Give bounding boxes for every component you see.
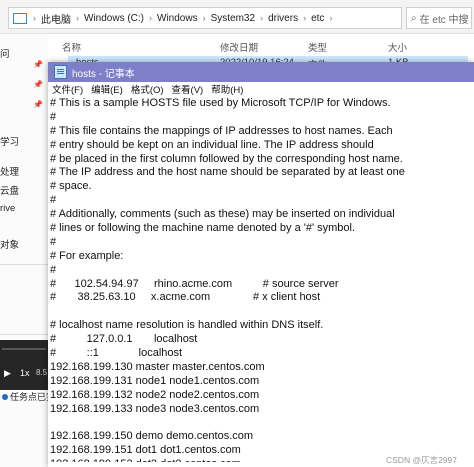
video-player-panel: ▶ 1x 8.5	[0, 340, 48, 390]
text-line: # 127.0.0.1 localhost	[50, 333, 198, 346]
chevron-right-icon: ›	[76, 13, 79, 23]
task-status: 任务点已完成	[0, 390, 64, 406]
breadcrumb-c-drive[interactable]: Windows (C:)	[82, 13, 146, 24]
text-line: # space.	[50, 180, 92, 193]
breadcrumb-drivers[interactable]: drivers	[266, 13, 300, 24]
chevron-right-icon: ›	[329, 13, 333, 23]
text-line: # ::1 localhost	[50, 347, 183, 360]
chevron-right-icon: ›	[303, 13, 307, 23]
pin-icon: 📌	[33, 60, 43, 69]
text-line: # localhost name resolution is handled w…	[50, 319, 324, 332]
menu-view[interactable]: 查看(V)	[172, 82, 204, 96]
status-dot-icon	[2, 394, 8, 400]
breadcrumb-windows[interactable]: Windows	[155, 13, 200, 24]
playback-speed[interactable]: 1x	[20, 368, 30, 378]
notepad-window: hosts - 记事本 文件(F) 编辑(E) 格式(O) 查看(V) 帮助(H…	[48, 62, 474, 467]
text-line: 192.168.199.150 demo demo.centos.com	[50, 430, 254, 443]
pin-icon: 📌	[33, 80, 43, 89]
search-placeholder: 在 etc 中搜	[419, 14, 469, 26]
text-line: # The IP address and the host name shoul…	[50, 166, 405, 179]
divider	[0, 264, 48, 265]
text-line: # be placed in the first column followed…	[50, 152, 403, 165]
breadcrumb-this-pc[interactable]: 此电脑	[39, 11, 73, 26]
breadcrumb[interactable]: › 此电脑 › Windows (C:) › Windows › System3…	[8, 7, 402, 29]
text-line: #	[50, 110, 57, 123]
text-line: # 102.54.94.97 rhino.acme.com # source s…	[50, 277, 339, 290]
search-icon: ⌕	[411, 12, 417, 24]
text-line: # 38.25.63.10 x.acme.com # x client host	[50, 291, 321, 304]
text-line: #	[50, 263, 57, 276]
column-date[interactable]: 修改日期	[220, 40, 258, 54]
explorer-address-bar: › 此电脑 › Windows (C:) › Windows › System3…	[0, 0, 474, 34]
text-line: # For example:	[50, 249, 124, 262]
column-size[interactable]: 大小	[388, 40, 407, 54]
notepad-icon	[54, 65, 67, 79]
text-line: # This is a sample HOSTS file used by Mi…	[50, 97, 391, 109]
menu-edit[interactable]: 编辑(E)	[91, 82, 123, 96]
video-progress-bar[interactable]	[2, 348, 46, 350]
menu-help[interactable]: 帮助(H)	[211, 82, 243, 96]
menu-bar: 文件(F) 编辑(E) 格式(O) 查看(V) 帮助(H)	[48, 82, 474, 96]
chevron-right-icon: ›	[202, 13, 206, 23]
column-name[interactable]: 名称	[62, 40, 81, 54]
breadcrumb-system32[interactable]: System32	[209, 13, 257, 24]
text-line: #	[50, 235, 57, 248]
search-input[interactable]: ⌕ 在 etc 中搜	[406, 7, 472, 29]
divider	[0, 334, 48, 335]
nav-item-4[interactable]: 云盘	[0, 183, 19, 197]
column-type[interactable]: 类型	[308, 40, 327, 54]
text-editor[interactable]: # This is a sample HOSTS file used by Mi…	[50, 97, 470, 462]
text-line: #	[50, 194, 57, 207]
chevron-right-icon: ›	[33, 13, 36, 23]
text-line	[50, 416, 470, 430]
pin-icon: 📌	[33, 100, 43, 109]
chevron-right-icon: ›	[260, 13, 264, 23]
notepad-title-bar[interactable]: hosts - 记事本	[48, 62, 474, 82]
video-value: 8.5	[36, 368, 48, 377]
text-line: # Additionally, comments (such as these)…	[50, 208, 395, 221]
nav-item-5[interactable]: rive	[0, 203, 15, 214]
play-icon[interactable]: ▶	[4, 368, 11, 379]
nav-item-3[interactable]: 处理	[0, 164, 19, 178]
menu-format[interactable]: 格式(O)	[131, 82, 164, 96]
text-line: 192.168.199.132 node2 node2.centos.com	[50, 388, 260, 401]
nav-item-6[interactable]: 对象	[0, 237, 19, 251]
window-title: hosts - 记事本	[72, 68, 135, 80]
text-line: 192.168.199.130 master master.centos.com	[50, 360, 265, 373]
computer-icon	[13, 12, 27, 24]
text-line: # lines or following the machine name de…	[50, 222, 356, 235]
text-line: 192.168.199.133 node3 node3.centos.com	[50, 402, 260, 415]
text-line	[50, 305, 470, 319]
nav-item-2[interactable]: 学习	[0, 134, 19, 148]
text-line: 192.168.199.131 node1 node1.centos.com	[50, 374, 260, 387]
text-line: # This file contains the mappings of IP …	[50, 124, 393, 137]
menu-file[interactable]: 文件(F)	[52, 82, 83, 96]
watermark: CSDN @仄言2997	[386, 455, 457, 465]
nav-item-1[interactable]: 问	[0, 46, 10, 60]
text-line: # entry should be kept on an individual …	[50, 138, 374, 151]
breadcrumb-etc[interactable]: etc	[309, 13, 326, 24]
chevron-right-icon: ›	[149, 13, 153, 23]
